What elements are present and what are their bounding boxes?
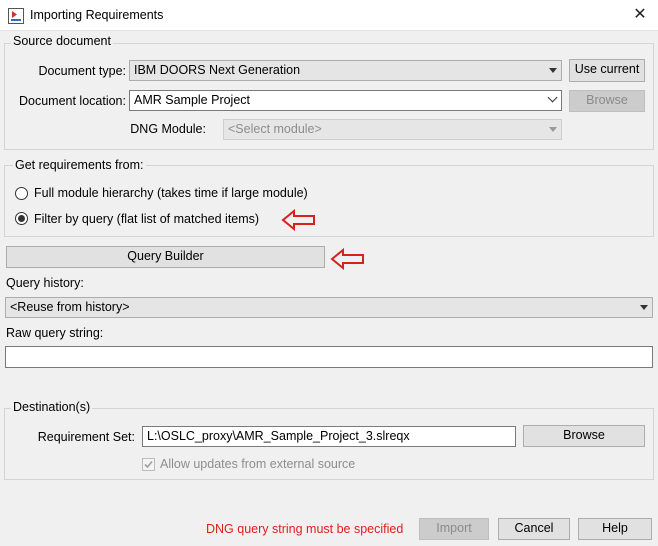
- destination-label: Destination(s): [11, 400, 93, 414]
- get-requirements-label: Get requirements from:: [13, 158, 146, 172]
- raw-query-label: Raw query string:: [6, 326, 104, 340]
- query-builder-button[interactable]: Query Builder: [6, 246, 325, 268]
- check-icon: [144, 460, 153, 469]
- dng-module-value: <Select module>: [228, 122, 322, 136]
- document-location-label: Document location:: [18, 94, 126, 108]
- app-icon: [8, 8, 24, 24]
- requirement-set-input[interactable]: L:\OSLC_proxy\AMR_Sample_Project_3.slreq…: [142, 426, 516, 447]
- radio-selected-dot: [18, 215, 25, 222]
- dng-module-dropdown[interactable]: <Select module>: [223, 119, 562, 140]
- filter-by-query-label[interactable]: Filter by query (flat list of matched it…: [34, 212, 259, 226]
- requirement-set-label: Requirement Set:: [37, 430, 135, 444]
- allow-updates-checkbox[interactable]: [142, 458, 155, 471]
- document-type-value: IBM DOORS Next Generation: [134, 63, 301, 77]
- query-history-label: Query history:: [6, 276, 84, 290]
- help-button[interactable]: Help: [578, 518, 652, 540]
- chevron-down-icon: [640, 305, 648, 310]
- query-history-value: <Reuse from history>: [10, 300, 130, 314]
- filter-by-query-radio[interactable]: [15, 212, 28, 225]
- source-document-label: Source document: [11, 34, 113, 48]
- query-history-dropdown[interactable]: <Reuse from history>: [5, 297, 653, 318]
- get-requirements-group: [4, 165, 654, 237]
- import-button[interactable]: Import: [419, 518, 489, 540]
- use-current-button[interactable]: Use current: [569, 59, 645, 82]
- window-title: Importing Requirements: [30, 8, 164, 22]
- document-type-dropdown[interactable]: IBM DOORS Next Generation: [129, 60, 562, 81]
- chevron-down-icon: [549, 127, 557, 132]
- browse-location-button[interactable]: Browse: [569, 90, 645, 112]
- error-message: DNG query string must be specified: [206, 522, 404, 536]
- full-module-label[interactable]: Full module hierarchy (takes time if lar…: [34, 186, 308, 200]
- cancel-button[interactable]: Cancel: [498, 518, 570, 540]
- chevron-down-icon: [547, 92, 558, 103]
- dng-module-label: DNG Module:: [130, 122, 206, 136]
- document-location-value: AMR Sample Project: [134, 93, 251, 107]
- document-location-combobox[interactable]: AMR Sample Project: [129, 90, 562, 111]
- full-module-radio[interactable]: [15, 187, 28, 200]
- raw-query-input[interactable]: [5, 346, 653, 368]
- allow-updates-label: Allow updates from external source: [160, 457, 356, 471]
- arrow-left-icon: [281, 209, 315, 231]
- chevron-down-icon: [549, 68, 557, 73]
- close-icon[interactable]: ✕: [628, 4, 652, 26]
- browse-destination-button[interactable]: Browse: [523, 425, 645, 447]
- document-type-label: Document type:: [38, 64, 126, 78]
- arrow-left-icon: [330, 248, 364, 270]
